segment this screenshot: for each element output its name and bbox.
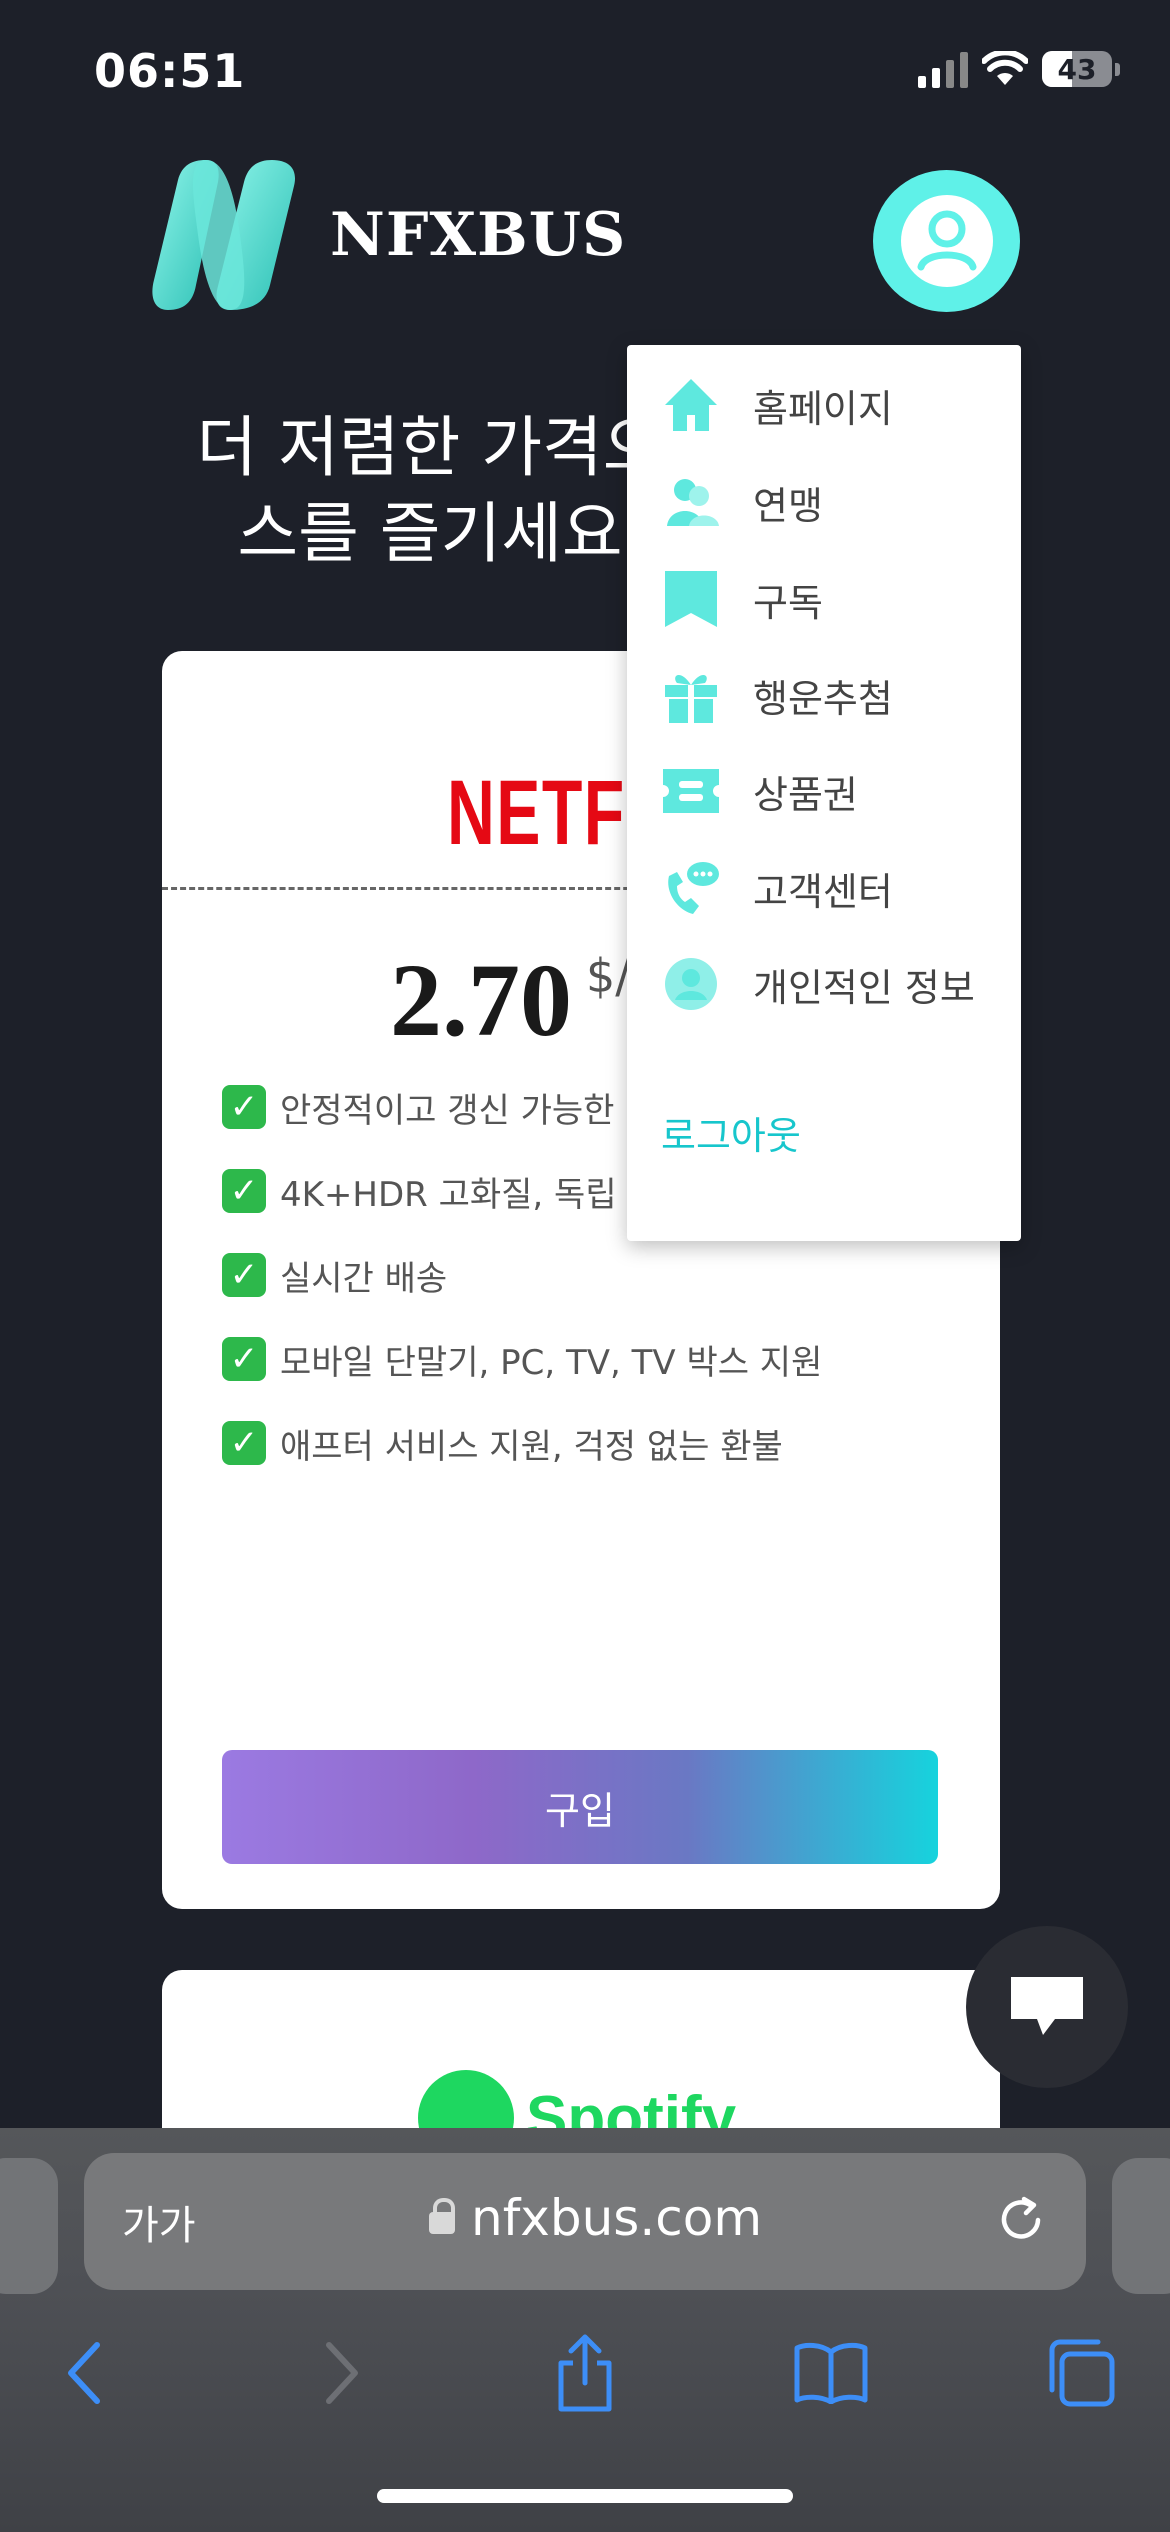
status-icons: 43 [918,50,1120,88]
price-value: 2.70 [390,943,572,1058]
ticket-icon [661,761,721,821]
menu-item-lucky-draw[interactable]: 행운추첨 [627,647,1021,743]
menu-item-alliance[interactable]: 연맹 [627,454,1021,550]
tabs-button[interactable] [1036,2328,1126,2418]
price-unit: $/ [586,949,631,1003]
book-icon [794,2342,868,2404]
menu-item-label: 고객센터 [753,869,893,914]
menu-item-homepage[interactable]: 홈페이지 [627,357,1021,453]
brand-name: NFXBUS [330,200,627,270]
address-bar[interactable]: 가가 nfxbus.com [84,2153,1086,2290]
account-button[interactable] [873,170,1020,312]
battery-nub [1115,62,1120,76]
url-display: nfxbus.com [429,2189,762,2247]
check-icon: ✓ [222,1421,266,1465]
reader-settings-button[interactable]: 가가 [122,2193,196,2251]
cellular-signal-icon [918,50,968,88]
support-phone-icon [661,858,721,918]
chevron-right-icon [326,2342,358,2404]
url-text: nfxbus.com [471,2189,763,2247]
back-button[interactable] [40,2328,130,2418]
tabs-icon [1049,2339,1115,2407]
share-button[interactable] [540,2328,630,2418]
feature-text: 모바일 단말기, PC, TV, TV 박스 지원 [280,1342,823,1383]
menu-item-label: 개인적인 정보 [753,965,975,1010]
menu-item-label: 연맹 [753,483,823,528]
users-icon [661,472,721,532]
nfxbus-logo [152,160,296,310]
feature-text: 실시간 배송 [280,1258,448,1299]
menu-item-customer-service[interactable]: 고객센터 [627,840,1021,936]
browser-bottom-bar: 가가 nfxbus.com [0,2128,1170,2532]
profile-icon [661,954,721,1014]
chat-bubble-icon [1011,1977,1083,2035]
home-icon [661,375,721,435]
feature-item: ✓ 실시간 배송 [222,1233,822,1317]
feature-item: ✓ 애프터 서비스 지원, 걱정 없는 환불 [222,1401,822,1485]
menu-item-label: 행운추첨 [753,676,893,721]
check-icon: ✓ [222,1337,266,1381]
battery-level: 43 [1057,53,1097,86]
check-icon: ✓ [222,1085,266,1129]
gift-icon [661,665,721,725]
feature-text: 4K+HDR 고화질, 독립 [280,1174,617,1215]
wifi-icon [982,51,1028,85]
next-tab-preview[interactable] [1112,2158,1170,2294]
menu-item-personal-info[interactable]: 개인적인 정보 [627,936,1021,1032]
menu-item-label: 홈페이지 [753,386,893,431]
check-icon: ✓ [222,1253,266,1297]
home-indicator [377,2489,793,2503]
menu-item-gift-card[interactable]: 상품권 [627,743,1021,839]
forward-button[interactable] [296,2328,386,2418]
bookmarks-button[interactable] [786,2328,876,2418]
bookmark-icon [661,569,721,629]
browser-toolbar [0,2328,1170,2448]
feature-item: ✓ 모바일 단말기, PC, TV, TV 박스 지원 [222,1317,822,1401]
chat-button[interactable] [966,1926,1128,2088]
menu-item-label: 구독 [753,580,823,625]
page: 06:51 43 NFXBUS 더 저렴한 가격으 스를 즐기세요 NETFLI… [0,0,1170,2532]
feature-text: 애프터 서비스 지원, 걱정 없는 환불 [280,1426,783,1467]
reload-icon[interactable] [994,2193,1048,2247]
feature-text: 안정적이고 갱신 가능한 [280,1090,615,1131]
user-circle-icon [900,195,993,287]
menu-item-subscription[interactable]: 구독 [627,551,1021,647]
battery-icon: 43 [1042,51,1112,87]
account-dropdown-menu: 홈페이지 연맹 구독 행운추첨 상품권 고객센터 개인적인 정보 로그아웃 [627,345,1021,1241]
share-icon [558,2334,612,2412]
logout-link[interactable]: 로그아웃 [661,1105,801,1160]
lock-icon [429,2198,455,2234]
previous-tab-preview[interactable] [0,2158,58,2294]
chevron-left-icon [68,2342,100,2404]
menu-item-label: 상품권 [753,772,858,817]
buy-button[interactable]: 구입 [222,1750,938,1864]
status-time: 06:51 [94,44,246,98]
check-icon: ✓ [222,1169,266,1213]
